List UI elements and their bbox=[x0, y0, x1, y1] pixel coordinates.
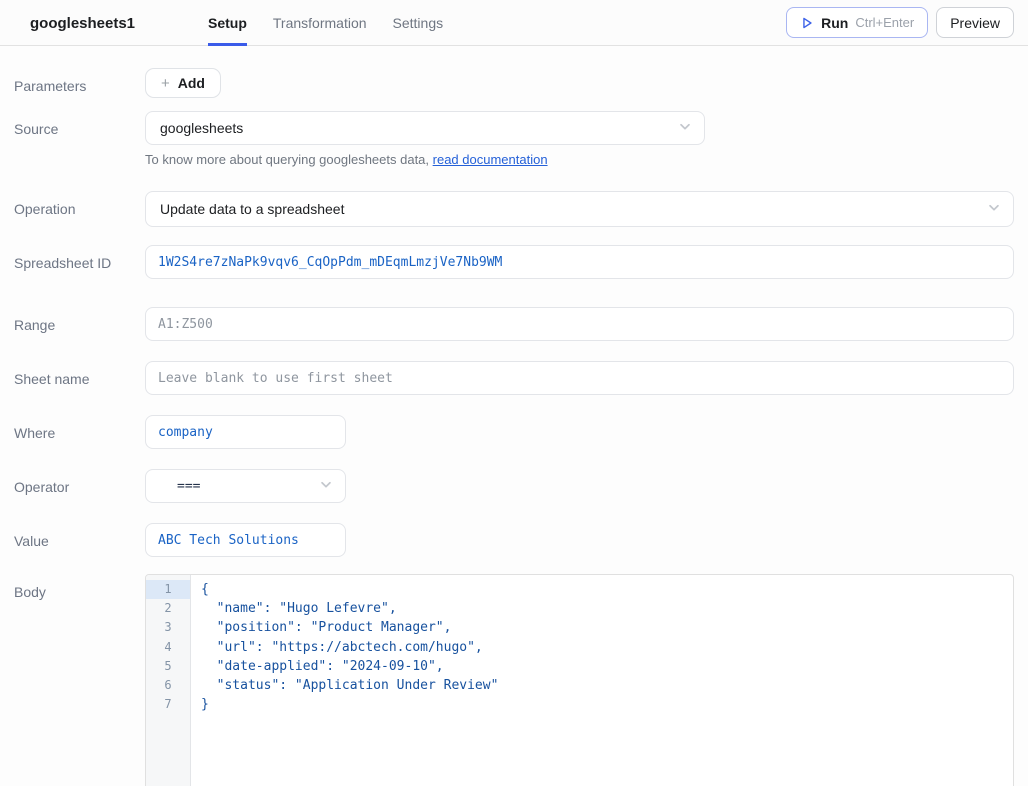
preview-button[interactable]: Preview bbox=[936, 7, 1014, 38]
code-line: "position": "Product Manager", bbox=[201, 618, 1013, 637]
body-label: Body bbox=[0, 574, 145, 603]
code-line: "name": "Hugo Lefevre", bbox=[201, 599, 1013, 618]
source-hint: To know more about querying googlesheets… bbox=[145, 152, 1014, 167]
spreadsheet-id-input[interactable] bbox=[145, 245, 1014, 279]
tab-setup[interactable]: Setup bbox=[208, 0, 247, 46]
chevron-down-icon bbox=[678, 120, 692, 137]
line-number-gutter: 1234567 bbox=[146, 575, 191, 786]
range-input[interactable] bbox=[145, 307, 1014, 341]
source-label: Source bbox=[0, 111, 145, 140]
setup-form: Parameters + Add Source googlesheets To … bbox=[0, 46, 1028, 786]
chevron-down-icon bbox=[319, 478, 333, 495]
where-row: Where bbox=[0, 415, 1028, 449]
operation-row: Operation Update data to a spreadsheet bbox=[0, 191, 1028, 227]
chevron-down-icon bbox=[987, 201, 1001, 218]
operator-dropdown[interactable]: === bbox=[145, 469, 346, 503]
source-hint-text: To know more about querying googlesheets… bbox=[145, 152, 433, 167]
spreadsheet-id-label: Spreadsheet ID bbox=[0, 245, 145, 274]
code-line: "status": "Application Under Review" bbox=[201, 676, 1013, 695]
parameters-label: Parameters bbox=[0, 68, 145, 97]
tab-transformation[interactable]: Transformation bbox=[273, 0, 367, 46]
line-number: 5 bbox=[146, 657, 190, 676]
operator-dropdown-value: === bbox=[160, 479, 200, 494]
source-row: Source googlesheets To know more about q… bbox=[0, 111, 1028, 167]
tab-settings[interactable]: Settings bbox=[393, 0, 444, 46]
body-row: Body 1234567 { "name": "Hugo Lefevre", "… bbox=[0, 574, 1028, 786]
parameters-row: Parameters + Add bbox=[0, 68, 1028, 98]
sheet-name-label: Sheet name bbox=[0, 361, 145, 390]
range-label: Range bbox=[0, 307, 145, 336]
operation-dropdown-value: Update data to a spreadsheet bbox=[160, 201, 344, 217]
operator-label: Operator bbox=[0, 469, 145, 498]
line-number: 1 bbox=[146, 580, 190, 599]
header-actions: Run Ctrl+Enter Preview bbox=[786, 7, 1014, 38]
value-label: Value bbox=[0, 523, 145, 552]
operation-dropdown[interactable]: Update data to a spreadsheet bbox=[145, 191, 1014, 227]
code-area[interactable]: { "name": "Hugo Lefevre", "position": "P… bbox=[191, 575, 1013, 786]
range-row: Range bbox=[0, 307, 1028, 341]
value-row: Value bbox=[0, 523, 1028, 557]
operator-row: Operator === bbox=[0, 469, 1028, 503]
value-input[interactable] bbox=[145, 523, 346, 557]
code-line: "date-applied": "2024-09-10", bbox=[201, 657, 1013, 676]
sheet-name-input[interactable] bbox=[145, 361, 1014, 395]
source-dropdown[interactable]: googlesheets bbox=[145, 111, 705, 145]
line-number: 3 bbox=[146, 618, 190, 637]
read-documentation-link[interactable]: read documentation bbox=[433, 152, 548, 167]
run-shortcut: Ctrl+Enter bbox=[855, 15, 914, 30]
tab-bar: Setup Transformation Settings bbox=[208, 0, 443, 46]
add-parameter-button[interactable]: + Add bbox=[145, 68, 221, 98]
query-header: googlesheets1 Setup Transformation Setting… bbox=[0, 0, 1028, 46]
line-number: 2 bbox=[146, 599, 190, 618]
operation-label: Operation bbox=[0, 191, 145, 220]
query-title: googlesheets1 bbox=[30, 0, 135, 46]
line-number: 7 bbox=[146, 695, 190, 714]
code-line: } bbox=[201, 695, 1013, 714]
code-line: "url": "https://abctech.com/hugo", bbox=[201, 638, 1013, 657]
run-button-label: Run bbox=[821, 15, 848, 31]
play-icon bbox=[800, 16, 814, 30]
line-number: 6 bbox=[146, 676, 190, 695]
body-code-editor[interactable]: 1234567 { "name": "Hugo Lefevre", "posit… bbox=[145, 574, 1014, 786]
where-input[interactable] bbox=[145, 415, 346, 449]
plus-icon: + bbox=[161, 75, 170, 92]
code-line: { bbox=[201, 580, 1013, 599]
run-button[interactable]: Run Ctrl+Enter bbox=[786, 7, 928, 38]
line-number: 4 bbox=[146, 638, 190, 657]
source-dropdown-value: googlesheets bbox=[160, 120, 243, 136]
where-label: Where bbox=[0, 415, 145, 444]
spreadsheet-id-row: Spreadsheet ID bbox=[0, 245, 1028, 279]
add-button-label: Add bbox=[178, 75, 205, 91]
sheet-name-row: Sheet name bbox=[0, 361, 1028, 395]
